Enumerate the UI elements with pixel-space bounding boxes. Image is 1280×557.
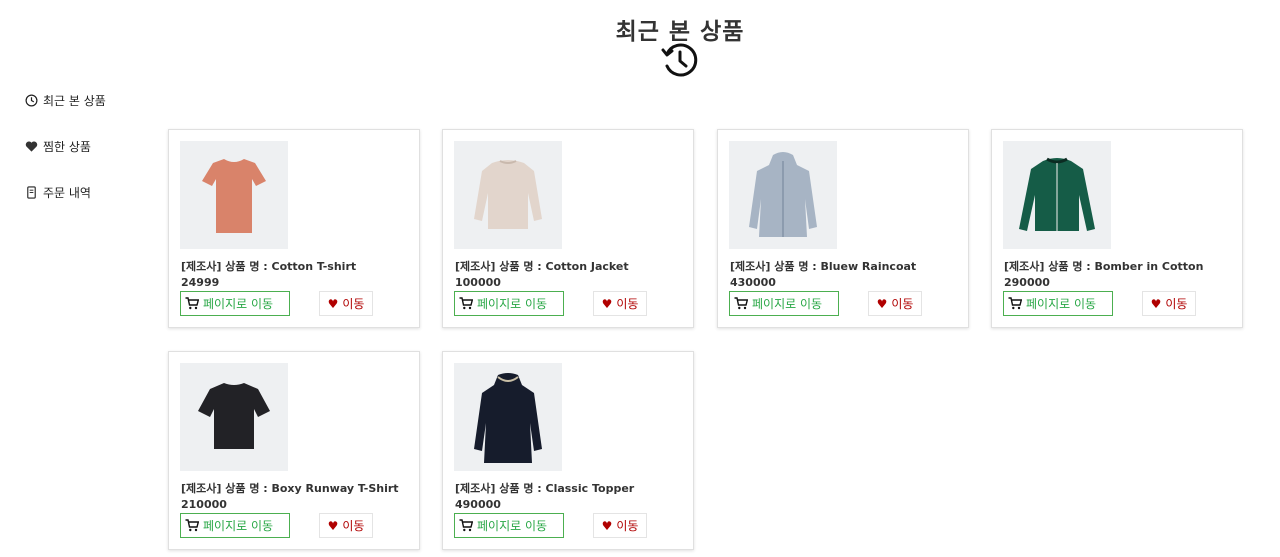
like-button[interactable]: ♥ 이동 bbox=[1142, 291, 1196, 316]
product-card: [제조사] 상품 명 : Bluew Raincoat 430000 페이지로 … bbox=[717, 129, 969, 328]
product-price: 430000 bbox=[730, 276, 776, 289]
heart-icon: ♥ bbox=[601, 518, 613, 533]
product-name: [제조사] 상품 명 : Cotton Jacket bbox=[455, 260, 629, 273]
product-image[interactable] bbox=[1003, 141, 1111, 249]
cart-icon bbox=[459, 519, 473, 532]
heart-icon: ♥ bbox=[876, 296, 888, 311]
sidebar-item-wishlist[interactable]: 찜한 상품 bbox=[24, 136, 106, 156]
receipt-icon bbox=[24, 185, 38, 199]
go-to-page-button[interactable]: 페이지로 이동 bbox=[180, 291, 290, 316]
sidebar-item-label: 주문 내역 bbox=[43, 185, 91, 200]
like-button-label: 이동 bbox=[342, 519, 365, 533]
go-to-page-button[interactable]: 페이지로 이동 bbox=[1003, 291, 1113, 316]
cart-icon bbox=[185, 297, 199, 310]
cart-icon bbox=[734, 297, 748, 310]
like-button[interactable]: ♥ 이동 bbox=[868, 291, 922, 316]
like-button[interactable]: ♥ 이동 bbox=[319, 291, 373, 316]
sidebar-item-label: 찜한 상품 bbox=[43, 139, 91, 154]
history-icon bbox=[661, 41, 699, 79]
product-card: [제조사] 상품 명 : Cotton Jacket 100000 페이지로 이… bbox=[442, 129, 694, 328]
product-name: [제조사] 상품 명 : Bomber in Cotton bbox=[1004, 260, 1204, 273]
product-image[interactable] bbox=[180, 363, 288, 471]
product-image[interactable] bbox=[454, 363, 562, 471]
product-price: 290000 bbox=[1004, 276, 1050, 289]
cart-icon bbox=[185, 519, 199, 532]
go-to-page-button[interactable]: 페이지로 이동 bbox=[180, 513, 290, 538]
product-card: [제조사] 상품 명 : Boxy Runway T-Shirt 210000 … bbox=[168, 351, 420, 550]
product-name: [제조사] 상품 명 : Bluew Raincoat bbox=[730, 260, 917, 273]
product-card: [제조사] 상품 명 : Classic Topper 490000 페이지로 … bbox=[442, 351, 694, 550]
go-button-label: 페이지로 이동 bbox=[203, 297, 274, 311]
product-name: [제조사] 상품 명 : Classic Topper bbox=[455, 482, 635, 495]
heart-icon: ♥ bbox=[601, 296, 613, 311]
go-to-page-button[interactable]: 페이지로 이동 bbox=[454, 291, 564, 316]
go-button-label: 페이지로 이동 bbox=[752, 297, 823, 311]
page-title: 최근 본 상품 bbox=[615, 19, 745, 45]
product-price: 24999 bbox=[181, 276, 220, 289]
like-button-label: 이동 bbox=[1165, 297, 1188, 311]
product-price: 100000 bbox=[455, 276, 501, 289]
like-button[interactable]: ♥ 이동 bbox=[319, 513, 373, 538]
product-card: [제조사] 상품 명 : Cotton T-shirt 24999 페이지로 이… bbox=[168, 129, 420, 328]
product-image[interactable] bbox=[180, 141, 288, 249]
heart-icon: ♥ bbox=[327, 296, 339, 311]
product-image[interactable] bbox=[729, 141, 837, 249]
go-button-label: 페이지로 이동 bbox=[477, 519, 548, 533]
heart-icon: ♥ bbox=[327, 518, 339, 533]
product-card: [제조사] 상품 명 : Bomber in Cotton 290000 페이지… bbox=[991, 129, 1243, 328]
go-to-page-button[interactable]: 페이지로 이동 bbox=[454, 513, 564, 538]
like-button[interactable]: ♥ 이동 bbox=[593, 513, 647, 538]
go-to-page-button[interactable]: 페이지로 이동 bbox=[729, 291, 839, 316]
product-name: [제조사] 상품 명 : Cotton T-shirt bbox=[181, 260, 357, 273]
like-button[interactable]: ♥ 이동 bbox=[593, 291, 647, 316]
sidebar-item-orders[interactable]: 주문 내역 bbox=[24, 182, 106, 202]
product-price: 490000 bbox=[455, 498, 501, 511]
cart-icon bbox=[1008, 297, 1022, 310]
go-button-label: 페이지로 이동 bbox=[203, 519, 274, 533]
heart-icon: ♥ bbox=[1150, 296, 1162, 311]
sidebar-item-label: 최근 본 상품 bbox=[43, 93, 106, 108]
go-button-label: 페이지로 이동 bbox=[1026, 297, 1097, 311]
like-button-label: 이동 bbox=[616, 519, 639, 533]
like-button-label: 이동 bbox=[342, 297, 365, 311]
product-name: [제조사] 상품 명 : Boxy Runway T-Shirt bbox=[181, 482, 399, 495]
product-image[interactable] bbox=[454, 141, 562, 249]
cart-icon bbox=[459, 297, 473, 310]
like-button-label: 이동 bbox=[616, 297, 639, 311]
sidebar: 최근 본 상품 찜한 상품 주문 내역 bbox=[24, 90, 106, 228]
heart-icon bbox=[24, 139, 38, 153]
like-button-label: 이동 bbox=[891, 297, 914, 311]
sidebar-item-recent[interactable]: 최근 본 상품 bbox=[24, 90, 106, 110]
go-button-label: 페이지로 이동 bbox=[477, 297, 548, 311]
product-price: 210000 bbox=[181, 498, 227, 511]
clock-icon bbox=[24, 93, 38, 107]
